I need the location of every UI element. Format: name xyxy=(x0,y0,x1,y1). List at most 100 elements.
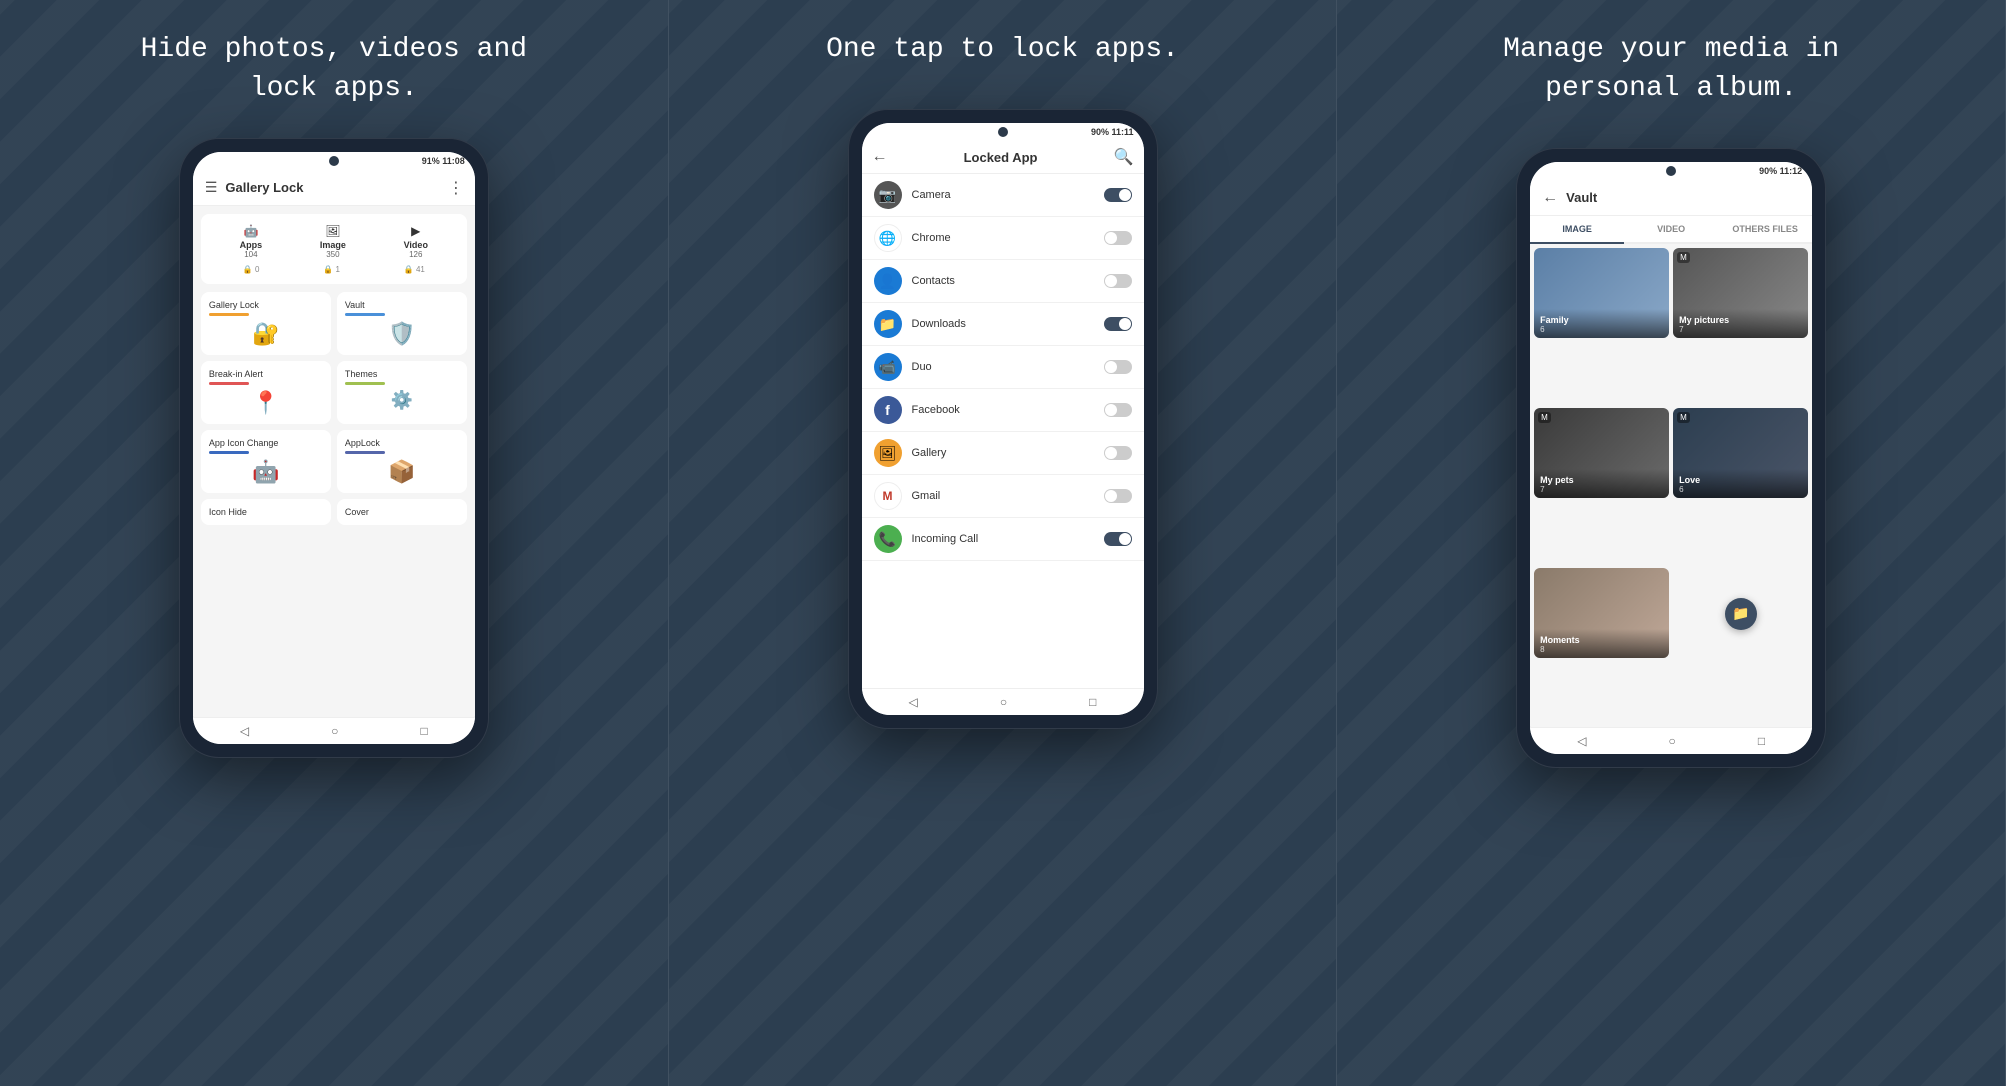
camera-icon: 📷 xyxy=(874,181,902,209)
menu-gallery-lock-title: Gallery Lock xyxy=(209,300,323,310)
themes-icon: ⚙️ xyxy=(345,390,459,411)
status-text-2: 90% 11:11 xyxy=(1091,127,1134,137)
more-icon-1[interactable]: ⋮ xyxy=(448,178,463,198)
app-item-facebook[interactable]: f Facebook xyxy=(862,389,1144,432)
album-mypictures[interactable]: M My pictures 7 xyxy=(1673,248,1808,338)
gmail-icon: M xyxy=(874,482,902,510)
back-btn-3[interactable]: ← xyxy=(1542,189,1558,207)
lock-41: 🔒 41 xyxy=(404,265,425,274)
nav-recent-2[interactable]: □ xyxy=(1089,695,1096,709)
family-overlay: Family 6 xyxy=(1534,309,1669,338)
camera-toggle[interactable] xyxy=(1104,188,1132,202)
stat-apps: 🤖 Apps 104 xyxy=(240,224,263,259)
app-item-camera[interactable]: 📷 Camera xyxy=(862,174,1144,217)
apps-label: Apps xyxy=(240,240,263,250)
tab-video[interactable]: VIDEO xyxy=(1624,216,1718,242)
mypictures-overlay: My pictures 7 xyxy=(1673,309,1808,338)
menu-breakin[interactable]: Break-in Alert 📍 xyxy=(201,361,331,424)
love-overlay: Love 6 xyxy=(1673,469,1808,498)
nav-recent-1[interactable]: □ xyxy=(421,724,428,738)
vault-tabs: IMAGE VIDEO OTHERS FILES xyxy=(1530,216,1812,244)
app-item-gallery[interactable]: 🖼 Gallery xyxy=(862,432,1144,475)
vault-bar xyxy=(345,313,385,316)
gallery-lock-icon: 🔐 xyxy=(209,321,323,347)
app-item-gmail[interactable]: M Gmail xyxy=(862,475,1144,518)
status-text-3: 90% 11:12 xyxy=(1759,166,1802,176)
gmail-toggle[interactable] xyxy=(1104,489,1132,503)
phone-frame-1: 91% 11:08 ☰ Gallery Lock ⋮ 🤖 Apps 104 🖼 xyxy=(179,138,489,758)
menu-appicon-title: App Icon Change xyxy=(209,438,323,448)
nav-back-2[interactable]: ◁ xyxy=(909,695,918,709)
duo-name: Duo xyxy=(912,361,1094,373)
menu-appicon[interactable]: App Icon Change 🤖 xyxy=(201,430,331,493)
panel-3: Manage your media in personal album. 90%… xyxy=(1337,0,2006,1086)
breakin-icon: 📍 xyxy=(209,390,323,416)
chrome-toggle[interactable] xyxy=(1104,231,1132,245)
phone-camera-1 xyxy=(329,156,339,166)
menu-cover[interactable]: Cover xyxy=(337,499,467,525)
hamburger-icon[interactable]: ☰ xyxy=(205,179,218,196)
phone-frame-3: 90% 11:12 ← Vault IMAGE VIDEO OTHERS FIL… xyxy=(1516,148,1826,768)
app-item-duo[interactable]: 📹 Duo xyxy=(862,346,1144,389)
vault-title: Vault xyxy=(1566,190,1800,205)
downloads-icon: 📁 xyxy=(874,310,902,338)
gallery-toggle[interactable] xyxy=(1104,446,1132,460)
app-item-incoming[interactable]: 📞 Incoming Call xyxy=(862,518,1144,561)
album-love[interactable]: M Love 6 xyxy=(1673,408,1808,498)
album-family[interactable]: Family 6 xyxy=(1534,248,1669,338)
menu-grid: Gallery Lock 🔐 Vault 🛡️ Break-in Alert 📍… xyxy=(201,292,467,525)
fab-button[interactable]: 📁 xyxy=(1725,598,1757,630)
appicon-icon: 🤖 xyxy=(209,459,323,485)
nav-bar-2: ◁ ○ □ xyxy=(862,688,1144,715)
menu-gallery-lock[interactable]: Gallery Lock 🔐 xyxy=(201,292,331,355)
status-text-1: 91% 11:08 xyxy=(422,156,465,166)
vault-icon: 🛡️ xyxy=(345,321,459,347)
lock-row: 🔒 0 🔒 1 🔒 41 xyxy=(211,265,457,274)
mypets-count: 7 xyxy=(1540,485,1663,494)
app-bar-1: ☰ Gallery Lock ⋮ xyxy=(193,170,475,206)
image-count: 350 xyxy=(326,250,339,259)
menu-applock[interactable]: AppLock 📦 xyxy=(337,430,467,493)
menu-iconhide[interactable]: Icon Hide xyxy=(201,499,331,525)
nav-bar-1: ◁ ○ □ xyxy=(193,717,475,744)
lock-0: 🔒 0 xyxy=(243,265,260,274)
contacts-toggle[interactable] xyxy=(1104,274,1132,288)
search-icon-btn[interactable]: 🔍 xyxy=(1114,147,1134,167)
phone-frame-2: 90% 11:11 ← Locked App 🔍 📷 Camera 🌐 Chro… xyxy=(848,109,1158,729)
album-mypets[interactable]: M My pets 7 xyxy=(1534,408,1669,498)
facebook-toggle[interactable] xyxy=(1104,403,1132,417)
back-btn-2[interactable]: ← xyxy=(872,148,888,166)
app-item-downloads[interactable]: 📁 Downloads xyxy=(862,303,1144,346)
nav-home-1[interactable]: ○ xyxy=(331,724,338,738)
menu-cover-title: Cover xyxy=(345,507,459,517)
mypictures-count: 7 xyxy=(1679,325,1802,334)
nav-back-3[interactable]: ◁ xyxy=(1577,734,1586,748)
phone-camera-3 xyxy=(1666,166,1676,176)
contacts-name: Contacts xyxy=(912,275,1094,287)
menu-themes-title: Themes xyxy=(345,369,459,379)
downloads-toggle[interactable] xyxy=(1104,317,1132,331)
nav-home-3[interactable]: ○ xyxy=(1669,734,1676,748)
nav-back-1[interactable]: ◁ xyxy=(240,724,249,738)
tab-others[interactable]: OTHERS FILES xyxy=(1718,216,1812,242)
menu-themes[interactable]: Themes ⚙️ xyxy=(337,361,467,424)
tab-image[interactable]: IMAGE xyxy=(1530,216,1624,244)
phone-screen-3: 90% 11:12 ← Vault IMAGE VIDEO OTHERS FIL… xyxy=(1530,162,1812,754)
fab-container: 📁 xyxy=(1673,568,1808,724)
facebook-name: Facebook xyxy=(912,404,1094,416)
nav-recent-3[interactable]: □ xyxy=(1758,734,1765,748)
menu-applock-title: AppLock xyxy=(345,438,459,448)
album-moments[interactable]: Moments 8 xyxy=(1534,568,1669,658)
apps-count: 104 xyxy=(244,250,257,259)
app-item-contacts[interactable]: 👤 Contacts xyxy=(862,260,1144,303)
incoming-toggle[interactable] xyxy=(1104,532,1132,546)
image-label: Image xyxy=(320,240,346,250)
app-item-chrome[interactable]: 🌐 Chrome xyxy=(862,217,1144,260)
stats-row: 🤖 Apps 104 🖼 Image 350 ▶ Video 126 xyxy=(211,224,457,259)
love-badge: M xyxy=(1677,412,1690,423)
menu-vault[interactable]: Vault 🛡️ xyxy=(337,292,467,355)
breakin-bar xyxy=(209,382,249,385)
duo-toggle[interactable] xyxy=(1104,360,1132,374)
mypictures-badge: M xyxy=(1677,252,1690,263)
nav-home-2[interactable]: ○ xyxy=(1000,695,1007,709)
